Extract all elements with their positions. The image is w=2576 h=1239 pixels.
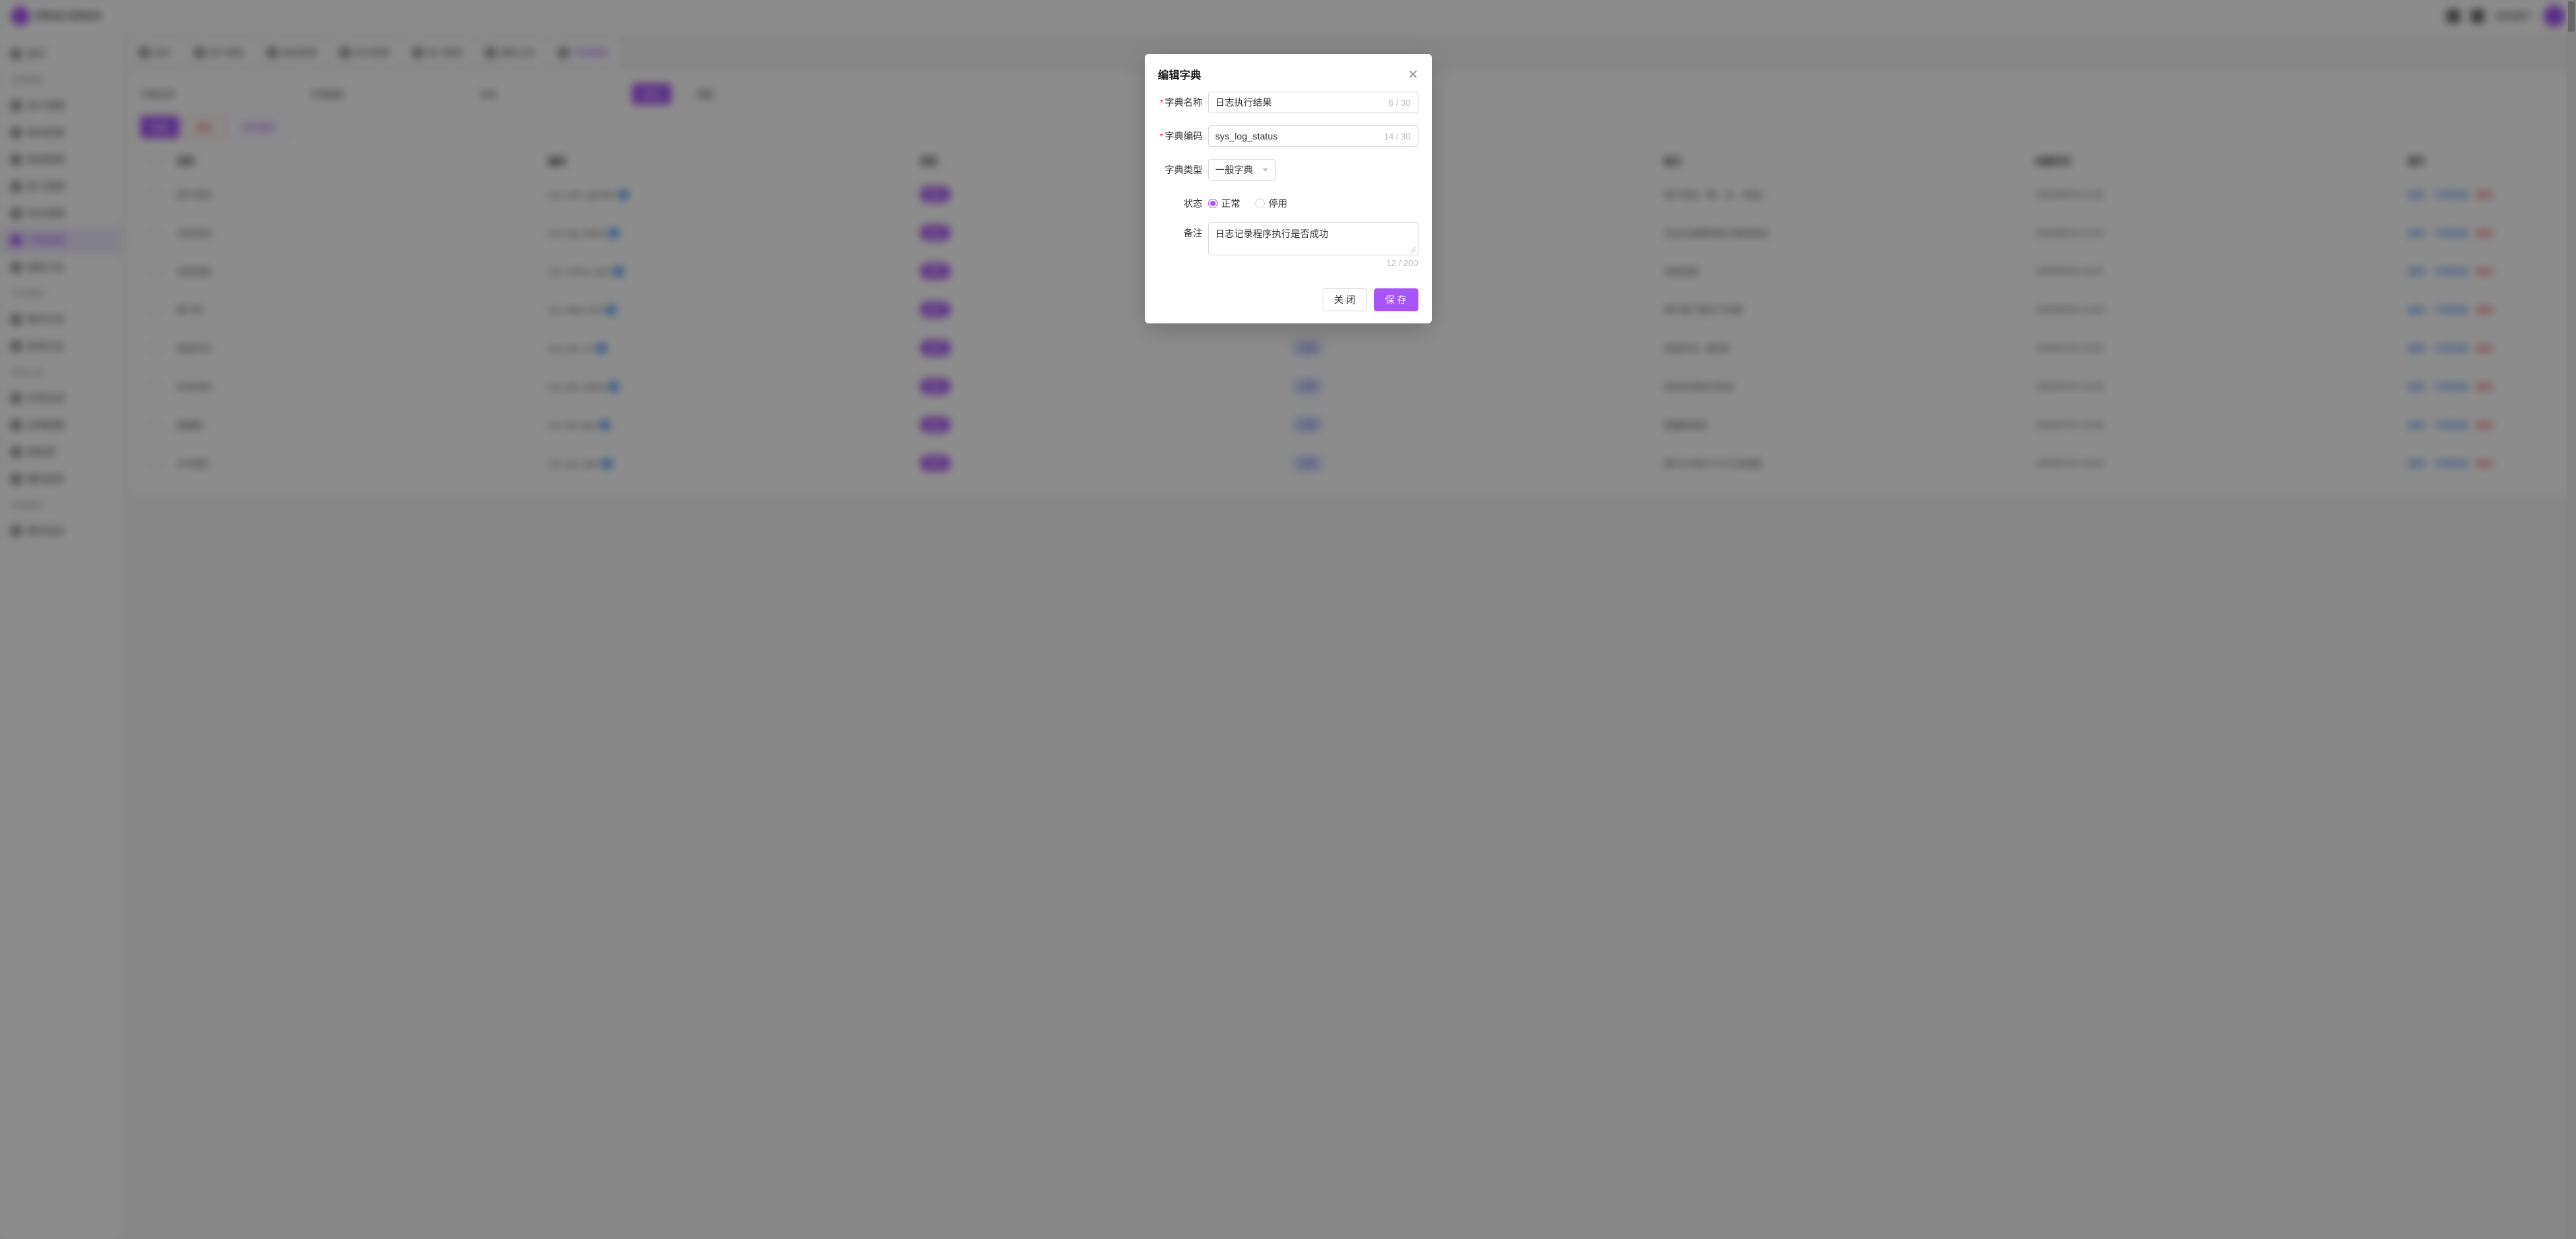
- code-counter: 14 / 30: [1384, 131, 1411, 141]
- modal-overlay: 编辑字典 字典名称 6 / 30 字典编码 14 / 30: [0, 0, 2576, 1239]
- remark-textarea[interactable]: [1216, 227, 1411, 247]
- resize-handle-icon[interactable]: [1410, 247, 1416, 253]
- name-input[interactable]: [1216, 97, 1389, 108]
- field-label-remark: 备注: [1158, 222, 1203, 240]
- radio-label: 停用: [1269, 197, 1288, 210]
- chevron-down-icon: [1263, 168, 1268, 172]
- name-counter: 6 / 30: [1389, 98, 1411, 108]
- code-input-wrapper[interactable]: 14 / 30: [1208, 125, 1418, 147]
- edit-dict-modal: 编辑字典 字典名称 6 / 30 字典编码 14 / 30: [1145, 54, 1432, 323]
- code-input[interactable]: [1216, 131, 1384, 141]
- status-radio-disabled[interactable]: 停用: [1255, 197, 1288, 210]
- remark-counter: 12 / 200: [1208, 258, 1418, 268]
- type-select[interactable]: 一般字典: [1208, 159, 1276, 181]
- name-input-wrapper[interactable]: 6 / 30: [1208, 92, 1418, 113]
- modal-title: 编辑字典: [1158, 66, 1201, 82]
- field-label-code: 字典编码: [1158, 125, 1203, 143]
- save-button[interactable]: 保 存: [1374, 288, 1418, 311]
- close-button[interactable]: 关 闭: [1323, 288, 1367, 311]
- radio-icon: [1255, 199, 1265, 208]
- type-value: 一般字典: [1216, 163, 1253, 177]
- field-label-status: 状态: [1158, 193, 1203, 210]
- radio-icon: [1208, 199, 1218, 208]
- close-icon[interactable]: [1408, 69, 1418, 80]
- field-label-type: 字典类型: [1158, 159, 1203, 177]
- radio-label: 正常: [1222, 197, 1240, 210]
- field-label-name: 字典名称: [1158, 92, 1203, 109]
- remark-textarea-wrapper[interactable]: [1208, 222, 1418, 255]
- status-radio-normal[interactable]: 正常: [1208, 197, 1240, 210]
